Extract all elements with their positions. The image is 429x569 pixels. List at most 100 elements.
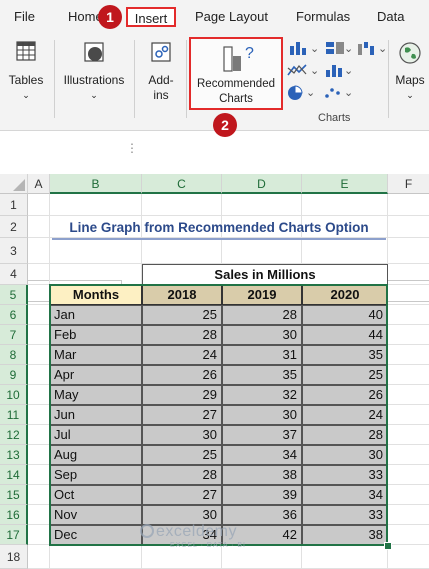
sales-cell[interactable]: 40 xyxy=(302,305,388,325)
row-header-10[interactable]: 10 xyxy=(0,385,28,405)
sales-cell[interactable]: 36 xyxy=(222,505,302,525)
month-cell[interactable]: Mar xyxy=(50,345,142,365)
sales-cell[interactable]: 39 xyxy=(222,485,302,505)
waterfall-chart-icon[interactable] xyxy=(356,40,380,56)
sales-cell[interactable]: 35 xyxy=(302,345,388,365)
sales-cell[interactable]: 33 xyxy=(302,505,388,525)
sales-cell[interactable]: 25 xyxy=(142,445,222,465)
row-header-6[interactable]: 6 xyxy=(0,305,28,325)
sales-cell[interactable]: 25 xyxy=(302,365,388,385)
tab-file[interactable]: File xyxy=(14,6,35,28)
sales-cell[interactable]: 27 xyxy=(142,485,222,505)
line-chart-icon[interactable] xyxy=(286,62,310,78)
month-cell[interactable]: Dec xyxy=(50,525,142,545)
column-header-f[interactable]: F xyxy=(388,174,429,194)
sales-cell[interactable]: 44 xyxy=(302,325,388,345)
divider xyxy=(54,40,55,118)
tab-data[interactable]: Data xyxy=(377,6,404,28)
sales-cell[interactable]: 35 xyxy=(222,365,302,385)
month-cell[interactable]: Feb xyxy=(50,325,142,345)
month-cell[interactable]: May xyxy=(50,385,142,405)
sales-cell[interactable]: 25 xyxy=(142,305,222,325)
scatter-chart-icon[interactable] xyxy=(322,84,344,102)
ribbon: File Home Insert Page Layout Formulas Da… xyxy=(0,0,429,137)
sales-cell[interactable]: 28 xyxy=(302,425,388,445)
addins-icon xyxy=(151,42,171,62)
sales-cell[interactable]: 34 xyxy=(222,445,302,465)
tab-page-layout[interactable]: Page Layout xyxy=(195,6,268,28)
sales-cell[interactable]: 26 xyxy=(302,385,388,405)
sales-cell[interactable]: 29 xyxy=(142,385,222,405)
sales-cell[interactable]: 30 xyxy=(222,325,302,345)
fill-handle[interactable] xyxy=(384,542,392,550)
pie-chart-icon[interactable] xyxy=(286,84,306,102)
illustrations-button[interactable]: Illustrations ⌄ xyxy=(60,40,128,103)
month-cell[interactable]: Oct xyxy=(50,485,142,505)
month-cell[interactable]: Nov xyxy=(50,505,142,525)
row-header-2[interactable]: 2 xyxy=(0,216,28,238)
row-header-17[interactable]: 17 xyxy=(0,525,28,545)
sales-cell[interactable]: 31 xyxy=(222,345,302,365)
tab-insert[interactable]: Insert xyxy=(126,7,176,27)
row-header-15[interactable]: 15 xyxy=(0,485,28,505)
sales-cell[interactable]: 37 xyxy=(222,425,302,445)
row-header-11[interactable]: 11 xyxy=(0,405,28,425)
sales-cell[interactable]: 30 xyxy=(222,405,302,425)
sales-cell[interactable]: 28 xyxy=(222,305,302,325)
row-header-5[interactable]: 5 xyxy=(0,285,28,305)
gridline xyxy=(28,215,429,216)
row-header-1[interactable]: 1 xyxy=(0,194,28,216)
month-cell[interactable]: Aug xyxy=(50,445,142,465)
sales-cell[interactable]: 30 xyxy=(142,425,222,445)
addins-button[interactable]: Add- ins xyxy=(140,40,182,103)
month-cell[interactable]: Apr xyxy=(50,365,142,385)
row-header-7[interactable]: 7 xyxy=(0,325,28,345)
row-header-16[interactable]: 16 xyxy=(0,505,28,525)
worksheet-grid[interactable]: A B C D E F 1 2 3 4 5 6 7 8 9 10 11 12 13 14 15 16 17 18 … xyxy=(0,174,429,569)
sales-cell[interactable]: 30 xyxy=(142,505,222,525)
tables-button[interactable]: Tables ⌄ xyxy=(6,40,46,103)
sales-cell[interactable]: 24 xyxy=(142,345,222,365)
tab-formulas[interactable]: Formulas xyxy=(296,6,350,28)
row-header-9[interactable]: 9 xyxy=(0,365,28,385)
sales-cell[interactable]: 32 xyxy=(222,385,302,405)
sales-cell[interactable]: 28 xyxy=(142,465,222,485)
row-header-8[interactable]: 8 xyxy=(0,345,28,365)
column-header-a[interactable]: A xyxy=(28,174,50,194)
month-cell[interactable]: Jul xyxy=(50,425,142,445)
more-options-icon[interactable]: ⋮ xyxy=(126,141,138,155)
sales-cell[interactable]: 30 xyxy=(302,445,388,465)
row-header-4[interactable]: 4 xyxy=(0,264,28,285)
sales-cell[interactable]: 38 xyxy=(302,525,388,545)
row-header-13[interactable]: 13 xyxy=(0,445,28,465)
sales-cell[interactable]: 34 xyxy=(302,485,388,505)
watermark-tagline: EXCEL · DATA · BI xyxy=(170,542,246,549)
column-header-c[interactable]: C xyxy=(142,174,222,194)
sales-cell[interactable]: 24 xyxy=(302,405,388,425)
sales-cell[interactable]: 27 xyxy=(142,405,222,425)
column-header-d[interactable]: D xyxy=(222,174,302,194)
sales-cell[interactable]: 28 xyxy=(142,325,222,345)
header-months[interactable]: Months xyxy=(50,285,142,305)
sales-cell[interactable]: 26 xyxy=(142,365,222,385)
maps-button[interactable]: Maps ⌄ xyxy=(392,40,428,103)
svg-text:?: ? xyxy=(245,45,254,62)
column-header-b[interactable]: B xyxy=(50,174,142,194)
column-header-e[interactable]: E xyxy=(302,174,388,194)
sales-cell[interactable]: 33 xyxy=(302,465,388,485)
header-2018[interactable]: 2018 xyxy=(142,285,222,305)
row-header-3[interactable]: 3 xyxy=(0,238,28,264)
row-header-14[interactable]: 14 xyxy=(0,465,28,485)
recommended-charts-button[interactable]: ? Recommended Charts xyxy=(189,37,283,110)
sales-cell[interactable]: 38 xyxy=(222,465,302,485)
row-header-12[interactable]: 12 xyxy=(0,425,28,445)
header-2019[interactable]: 2019 xyxy=(222,285,302,305)
month-cell[interactable]: Jun xyxy=(50,405,142,425)
month-cell[interactable]: Jan xyxy=(50,305,142,325)
header-2020[interactable]: 2020 xyxy=(302,285,388,305)
month-cell[interactable]: Sep xyxy=(50,465,142,485)
select-all-corner[interactable] xyxy=(0,174,28,194)
maps-label: Maps xyxy=(395,73,425,87)
row-header-18[interactable]: 18 xyxy=(0,545,28,569)
column-chart-icon[interactable] xyxy=(288,40,312,56)
